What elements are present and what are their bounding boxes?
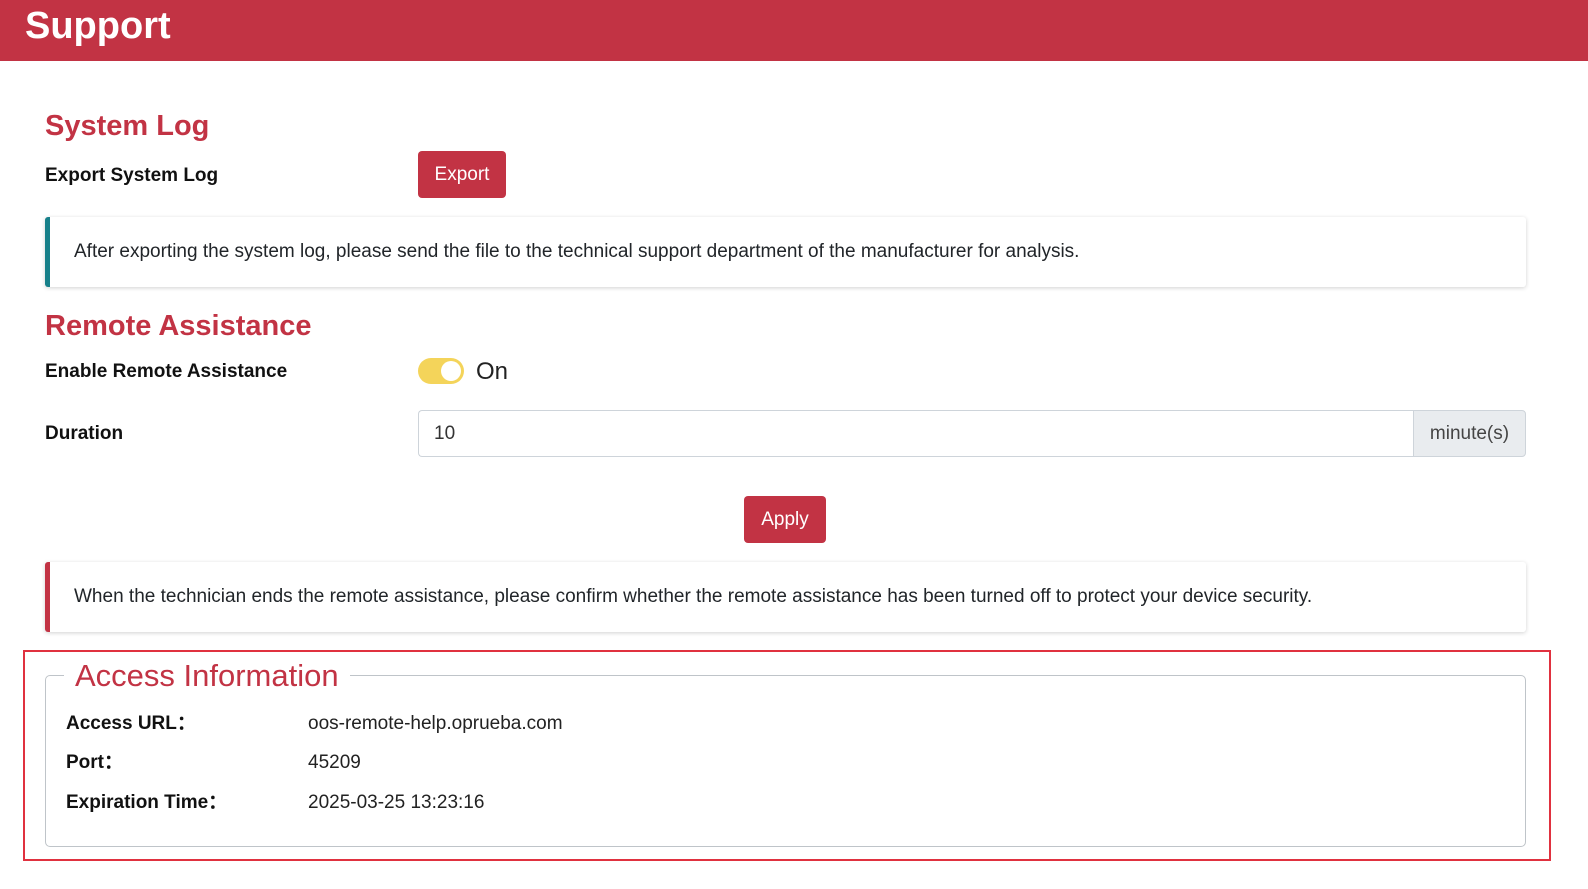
port-value: 45209 xyxy=(308,752,361,773)
page-title: Support xyxy=(25,5,171,47)
export-button[interactable]: Export xyxy=(418,151,506,198)
access-info-fieldset xyxy=(45,675,1526,847)
page-header: Support xyxy=(0,0,1588,61)
duration-input[interactable] xyxy=(418,410,1413,457)
access-url-value: oos-remote-help.oprueba.com xyxy=(308,713,563,734)
access-url-label: Access URL： xyxy=(66,713,196,734)
system-log-heading: System Log xyxy=(45,110,210,142)
remote-assistance-warning-callout: When the technician ends the remote assi… xyxy=(45,562,1526,632)
system-log-info-callout: After exporting the system log, please s… xyxy=(45,217,1526,287)
port-label: Port： xyxy=(66,752,124,773)
duration-unit-addon: minute(s) xyxy=(1413,410,1526,457)
remote-assistance-toggle[interactable] xyxy=(418,358,464,384)
toggle-knob xyxy=(441,361,461,381)
enable-remote-assistance-label: Enable Remote Assistance xyxy=(45,361,288,382)
system-log-note: After exporting the system log, please s… xyxy=(74,241,1080,262)
apply-button[interactable]: Apply xyxy=(744,496,826,543)
duration-input-group: minute(s) xyxy=(418,410,1526,457)
expiration-time-value: 2025-03-25 13:23:16 xyxy=(308,792,485,813)
expiration-time-label: Expiration Time： xyxy=(66,792,228,813)
duration-label: Duration xyxy=(45,423,124,444)
remote-assistance-note: When the technician ends the remote assi… xyxy=(74,586,1313,607)
export-system-log-label: Export System Log xyxy=(45,165,219,186)
toggle-state-label: On xyxy=(476,358,509,385)
remote-assistance-heading: Remote Assistance xyxy=(45,310,312,342)
access-info-heading: Access Information xyxy=(64,656,350,696)
